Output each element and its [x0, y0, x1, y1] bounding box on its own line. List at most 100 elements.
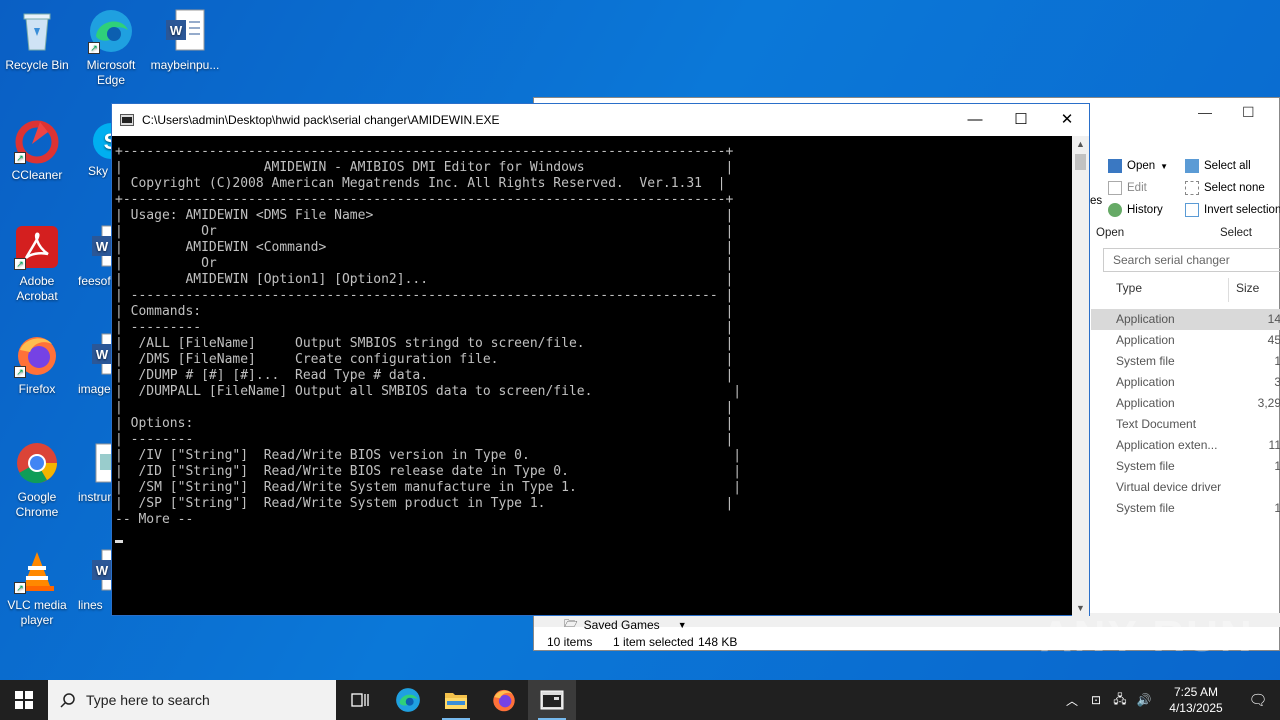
- clock-date: 4/13/2025: [1169, 701, 1223, 715]
- chevron-down-icon: ▼: [1160, 161, 1169, 171]
- taskbar-clock[interactable]: 7:25 AM 4/13/2025: [1156, 684, 1236, 716]
- clock-time: 7:25 AM: [1173, 685, 1219, 699]
- explorer-ribbon: es Open ▼ Edit History Select all Select…: [1090, 153, 1280, 243]
- desktop-icon-word-doc[interactable]: W maybeinpu...: [148, 8, 222, 73]
- select-all-button[interactable]: Select all: [1185, 159, 1251, 173]
- select-none-label: Select none: [1204, 182, 1265, 194]
- file-type: Virtual device driver: [1116, 480, 1222, 494]
- edit-icon: [1108, 181, 1122, 195]
- svg-text:W: W: [170, 23, 183, 38]
- desktop-icon-image[interactable]: W image: [78, 332, 114, 397]
- svg-text:W: W: [96, 347, 109, 362]
- firefox-icon: ↗: [14, 332, 60, 378]
- console-window[interactable]: C:\Users\admin\Desktop\hwid pack\serial …: [111, 103, 1090, 616]
- volume-icon[interactable]: 🔊: [1132, 693, 1156, 707]
- file-row[interactable]: Application 3,29: [1091, 393, 1280, 414]
- anyrun-watermark: ANY RUN: [1040, 612, 1254, 661]
- file-row[interactable]: Text Document: [1091, 414, 1280, 435]
- desktop-icon-label: instrun: [78, 490, 114, 504]
- file-type: Text Document: [1116, 417, 1197, 431]
- desktop-icon-ccleaner[interactable]: ↗ CCleaner: [0, 118, 74, 183]
- desktop-icon-chrome[interactable]: Google Chrome: [0, 440, 74, 520]
- chevron-down-icon[interactable]: ▼: [678, 620, 687, 630]
- desktop-icon-label: Microsoft Edge: [86, 58, 136, 87]
- column-separator[interactable]: [1228, 278, 1229, 302]
- close-button[interactable]: ✕: [1044, 104, 1090, 136]
- file-type: System file: [1116, 501, 1175, 515]
- desktop-icon-recycle-bin[interactable]: Recycle Bin: [0, 8, 74, 73]
- console-line: | Copyright (C)2008 American Megatrends …: [115, 176, 726, 191]
- console-title: C:\Users\admin\Desktop\hwid pack\serial …: [142, 113, 500, 127]
- desktop-icon-label: Firefox: [18, 382, 56, 396]
- desktop-icon-label: maybeinpu...: [150, 58, 220, 72]
- taskbar-firefox-button[interactable]: [480, 680, 528, 720]
- start-button[interactable]: [0, 680, 48, 720]
- maximize-icon[interactable]: ☐: [1242, 104, 1255, 121]
- desktop-icon-vlc[interactable]: ↗ VLC media player: [0, 548, 74, 628]
- edge-icon: [396, 688, 420, 712]
- column-header-type[interactable]: Type: [1116, 281, 1142, 295]
- scroll-up-icon[interactable]: ▲: [1072, 136, 1089, 152]
- file-size: 11: [1268, 438, 1280, 452]
- file-row[interactable]: Application 14: [1091, 309, 1280, 330]
- open-button[interactable]: Open ▼: [1108, 159, 1168, 173]
- taskbar-file-explorer-button[interactable]: [432, 680, 480, 720]
- console-line: | Or |: [115, 256, 734, 271]
- file-type: System file: [1116, 354, 1175, 368]
- status-size: 148 KB: [698, 635, 738, 649]
- console-line: | --------------------------------------…: [115, 288, 734, 303]
- desktop-icon-instrun[interactable]: instrun: [78, 440, 114, 505]
- minimize-button[interactable]: —: [952, 104, 998, 136]
- console-line: | /DUMPALL [FileName] Output all SMBIOS …: [115, 384, 742, 399]
- svg-text:W: W: [96, 239, 109, 254]
- minimize-icon[interactable]: —: [1198, 104, 1212, 120]
- notifications-icon[interactable]: 🗨: [1236, 691, 1280, 709]
- shortcut-arrow-icon: ↗: [14, 152, 26, 164]
- file-row[interactable]: Virtual device driver: [1091, 477, 1280, 498]
- history-button[interactable]: History: [1108, 203, 1163, 217]
- console-line: | /DMS [FileName] Create configuration f…: [115, 352, 734, 367]
- taskbar-search-box[interactable]: Type here to search: [48, 680, 336, 720]
- desktop-icon-lines[interactable]: W lines: [78, 548, 114, 613]
- desktop-icon-feesof[interactable]: W feesof: [78, 224, 114, 289]
- file-row[interactable]: System file 1: [1091, 498, 1280, 519]
- chevron-up-icon[interactable]: ︿: [1060, 692, 1084, 709]
- desktop-icon-firefox[interactable]: ↗ Firefox: [0, 332, 74, 397]
- network-icon[interactable]: 🖧: [1108, 690, 1132, 711]
- invert-selection-button[interactable]: Invert selection: [1185, 203, 1280, 217]
- file-row[interactable]: Application exten... 11: [1091, 435, 1280, 456]
- console-line: | AMIDEWIN [Option1] [Option2]... |: [115, 272, 734, 287]
- file-type: Application: [1116, 396, 1175, 410]
- ribbon-group-open: Open: [1096, 227, 1125, 239]
- text-cursor: [115, 540, 123, 543]
- console-vertical-scrollbar[interactable]: ▲ ▼: [1072, 136, 1089, 616]
- edit-button[interactable]: Edit: [1108, 181, 1147, 195]
- file-size: 3: [1274, 375, 1280, 389]
- console-title-bar[interactable]: C:\Users\admin\Desktop\hwid pack\serial …: [112, 104, 1089, 136]
- maximize-button[interactable]: ☐: [998, 104, 1044, 136]
- console-output[interactable]: +---------------------------------------…: [112, 136, 1074, 616]
- open-label: Open: [1127, 160, 1156, 172]
- file-row[interactable]: Application 3: [1091, 372, 1280, 393]
- nav-item-label: Saved Games: [583, 617, 660, 632]
- explorer-search-input[interactable]: Search serial changer: [1103, 248, 1280, 272]
- taskbar-edge-button[interactable]: [384, 680, 432, 720]
- desktop-icon-edge[interactable]: ↗ Microsoft Edge: [74, 8, 148, 88]
- column-header-size[interactable]: Size: [1236, 281, 1259, 295]
- shortcut-arrow-icon: ↗: [14, 366, 26, 378]
- file-row[interactable]: Application 45: [1091, 330, 1280, 351]
- taskbar-console-button[interactable]: [528, 680, 576, 720]
- scrollbar-thumb[interactable]: [1075, 154, 1086, 170]
- ccleaner-icon: ↗: [14, 118, 60, 164]
- acrobat-icon: ↗: [14, 224, 60, 270]
- select-none-button[interactable]: Select none: [1185, 181, 1265, 195]
- select-all-icon: [1185, 159, 1199, 173]
- console-line: | Commands: |: [115, 304, 734, 319]
- task-view-button[interactable]: [336, 680, 384, 720]
- network-adapter-icon[interactable]: ⊡: [1084, 693, 1108, 707]
- file-size: 1: [1274, 501, 1280, 515]
- file-row[interactable]: System file 1: [1091, 456, 1280, 477]
- file-row[interactable]: System file 1: [1091, 351, 1280, 372]
- console-line: +---------------------------------------…: [115, 192, 734, 207]
- desktop-icon-acrobat[interactable]: ↗ Adobe Acrobat: [0, 224, 74, 304]
